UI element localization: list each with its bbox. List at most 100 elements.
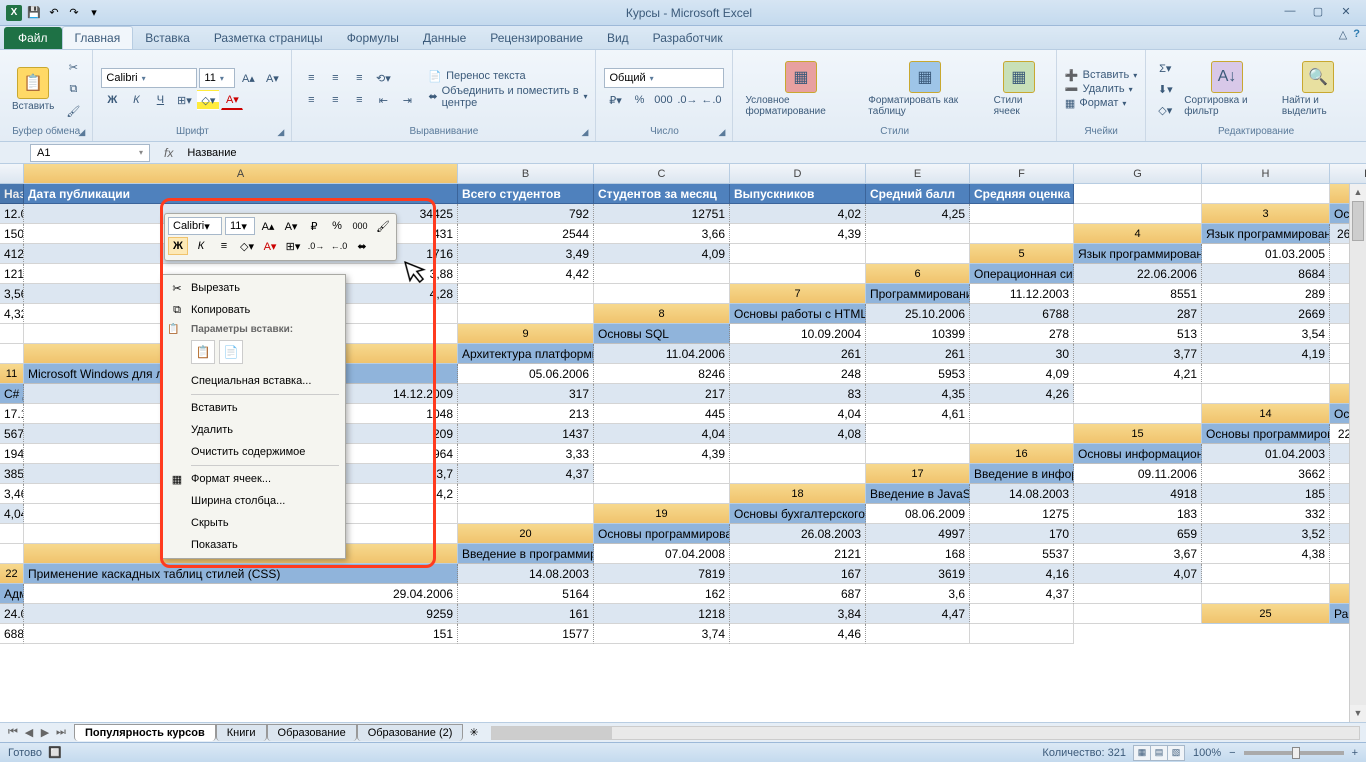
cell[interactable]: 412 [0,244,24,264]
header-cell[interactable]: Дата публикации [24,184,458,204]
cell[interactable]: 4,21 [1074,364,1202,384]
column-header[interactable]: D [730,164,866,184]
fill-color-icon[interactable]: ◇▾ [197,90,219,110]
align-center-icon[interactable]: ≡ [324,90,346,110]
cell[interactable] [970,624,1074,644]
shrink-font-icon[interactable]: A▾ [261,68,283,88]
dialog-launcher-icon[interactable]: ◢ [78,127,90,139]
cell[interactable]: 4,42 [458,264,594,284]
cut-icon[interactable]: ✂ [62,57,84,77]
tab-formulas[interactable]: Формулы [335,27,411,49]
border-icon[interactable]: ⊞▾ [173,90,195,110]
cell[interactable]: Основы программирования [1202,424,1330,444]
cell[interactable]: 217 [594,384,730,404]
mini-currency-icon[interactable]: ₽ [304,217,324,235]
mini-percent-icon[interactable]: % [327,217,347,235]
maximize-button[interactable]: ▢ [1308,5,1328,21]
autosum-icon[interactable]: Σ▾ [1154,58,1176,78]
cell[interactable]: Основы работы с HTML [730,304,866,324]
row-header[interactable]: 11 [0,364,24,384]
cell[interactable]: 15034 [0,224,24,244]
cell[interactable]: 287 [1074,304,1202,324]
cell[interactable]: 4,19 [1202,344,1330,364]
mini-shrink-font-icon[interactable]: A▾ [281,217,301,235]
cell[interactable]: 445 [594,404,730,424]
row-header[interactable]: 8 [594,304,730,324]
scroll-up-icon[interactable]: ▲ [1350,184,1366,201]
cell[interactable]: 3,49 [458,244,594,264]
tab-insert[interactable]: Вставка [133,27,202,49]
ctx-delete[interactable]: Удалить [165,419,343,441]
cell[interactable]: 25.10.2006 [866,304,970,324]
align-middle-icon[interactable]: ≡ [324,68,346,88]
cell[interactable]: 659 [1074,524,1202,544]
cell[interactable]: 5671 [0,424,24,444]
zoom-knob[interactable] [1292,747,1300,759]
cell[interactable]: 09.11.2006 [1074,464,1202,484]
cell[interactable]: Архитектура платформы [458,344,594,364]
cell[interactable]: 2544 [458,224,594,244]
file-tab[interactable]: Файл [4,27,62,49]
cell[interactable] [1202,584,1330,604]
paste-button[interactable]: 📋 Вставить [8,65,58,114]
qat-dropdown-icon[interactable]: ▾ [86,5,102,21]
cell[interactable] [1202,384,1330,404]
mini-dec-dec-icon[interactable]: ←.0 [329,237,349,255]
format-as-table-button[interactable]: ▦Форматировать как таблицу [864,59,985,119]
cell[interactable]: 4,38 [1202,544,1330,564]
scroll-thumb[interactable] [1352,201,1364,241]
currency-icon[interactable]: ₽▾ [604,90,626,110]
column-header[interactable]: G [1074,164,1202,184]
close-button[interactable]: ✕ [1336,5,1356,21]
cell[interactable]: 167 [730,564,866,584]
ctx-copy[interactable]: ⧉Копировать [165,299,343,321]
cell[interactable]: Язык программирования [1074,244,1202,264]
mini-fill-icon[interactable]: ◇▾ [237,237,257,255]
cell[interactable]: 83 [730,384,866,404]
ctx-paste-special[interactable]: Специальная вставка... [165,370,343,392]
mini-fontcolor-icon[interactable]: A▾ [260,237,280,255]
cell[interactable]: 6788 [970,304,1074,324]
cell[interactable]: Введение в программирование на Delphi [458,544,594,564]
cell[interactable]: 08.06.2009 [866,504,970,524]
cell[interactable] [1202,364,1330,384]
cell[interactable]: Операционная система [970,264,1074,284]
cell[interactable]: Администрирование сетей Microsoft Window… [0,584,24,604]
cell[interactable]: 687 [730,584,866,604]
cell[interactable] [458,504,594,524]
header-cell[interactable]: Студентов за месяц [594,184,730,204]
cell[interactable]: 3,77 [1074,344,1202,364]
conditional-format-button[interactable]: ▦Условное форматирование [741,59,860,119]
cell[interactable] [970,604,1074,624]
cell[interactable]: 8246 [594,364,730,384]
inc-decimal-icon[interactable]: .0→ [676,90,698,110]
cell[interactable]: Основы SQL [594,324,730,344]
cell[interactable] [458,284,594,304]
horizontal-scrollbar[interactable] [491,726,1360,740]
row-header[interactable]: 14 [1202,404,1330,424]
header-cell[interactable]: Выпускников [730,184,866,204]
percent-icon[interactable]: % [628,90,650,110]
mini-comma-icon[interactable]: 000 [350,217,370,235]
row-header[interactable]: 25 [1202,604,1330,624]
sheet-first-icon[interactable]: ⏮ [6,726,20,739]
comma-icon[interactable]: 000 [652,90,674,110]
cell[interactable] [594,464,730,484]
mini-format-icon[interactable]: 🖌 [373,217,393,235]
column-header[interactable]: F [970,164,1074,184]
cell[interactable]: 3,66 [594,224,730,244]
cell[interactable]: 162 [594,584,730,604]
cell[interactable]: 4918 [1074,484,1202,504]
insert-cells-button[interactable]: ➕Вставить▾ [1065,69,1137,82]
dialog-launcher-icon[interactable]: ◢ [581,127,593,139]
cell[interactable]: 9259 [24,604,458,624]
cell[interactable]: 2121 [730,544,866,564]
cell[interactable]: 4,26 [970,384,1074,404]
ctx-cut[interactable]: ✂Вырезать [165,277,343,299]
cell[interactable] [866,244,970,264]
cell[interactable]: Основы информационной [1074,444,1202,464]
minimize-button[interactable]: — [1280,5,1300,21]
tab-home[interactable]: Главная [62,26,134,49]
cell[interactable] [0,544,24,564]
scroll-thumb[interactable] [492,727,612,739]
